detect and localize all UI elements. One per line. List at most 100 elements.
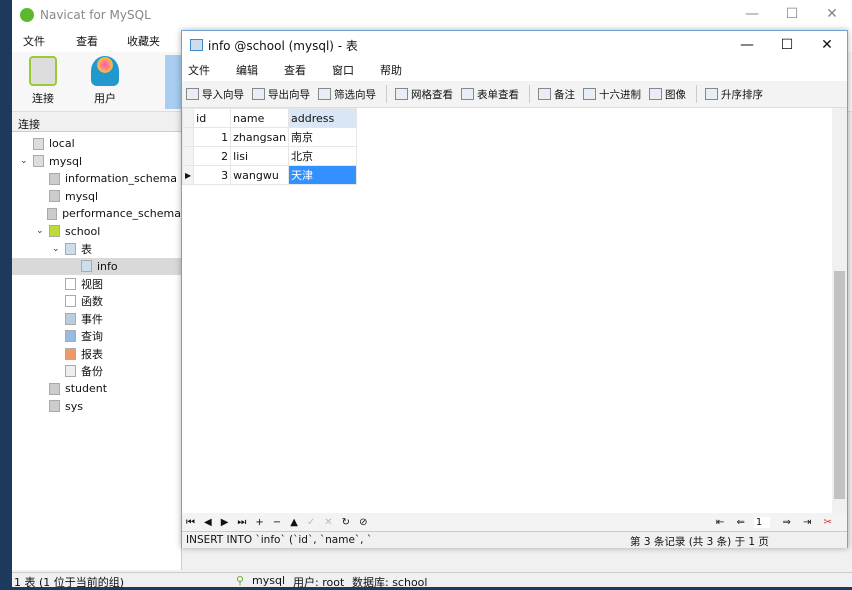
tree-item-school[interactable]: ⌄ school xyxy=(12,223,181,240)
tree-item-local[interactable]: local xyxy=(12,135,181,152)
current-row-indicator-icon[interactable]: ▶ xyxy=(181,165,195,185)
cell-name[interactable]: lisi xyxy=(230,146,290,166)
tree-item-视图[interactable]: 视图 xyxy=(12,275,181,292)
tree-item-info[interactable]: info xyxy=(12,257,181,275)
tree-item-函数[interactable]: 函数 xyxy=(12,293,181,310)
tree-item-表[interactable]: ⌄ 表 xyxy=(12,240,181,257)
status-user: 用户: root xyxy=(293,576,345,589)
tree-item-事件[interactable]: 事件 xyxy=(12,310,181,327)
connection-tree: local ⌄ mysql information_schemamysql perfor… xyxy=(12,132,182,570)
close-icon[interactable]: ✕ xyxy=(812,0,852,28)
cell-id[interactable]: 2 xyxy=(193,146,232,166)
column-header-address[interactable]: address xyxy=(288,108,358,128)
minimize-icon[interactable]: — xyxy=(727,31,767,59)
add-record-icon[interactable]: + xyxy=(255,517,263,528)
menu-view[interactable]: 查看 xyxy=(278,62,316,78)
menu-view[interactable]: 查看 xyxy=(56,33,109,49)
scrollbar-thumb[interactable] xyxy=(834,271,845,499)
hex-button[interactable]: 十六进制 xyxy=(583,87,641,102)
chevron-down-icon[interactable]: ⌄ xyxy=(20,156,30,166)
form-button[interactable]: 表单查看 xyxy=(461,87,519,102)
cell-id[interactable]: 3 xyxy=(193,165,232,185)
memo-button[interactable]: 备注 xyxy=(538,87,575,102)
menu-favorites[interactable]: 收藏夹 xyxy=(109,33,171,49)
tree-item-information_schema[interactable]: information_schema xyxy=(12,170,181,187)
table-menu-bar: 文件 编辑 查看 窗口 帮助 xyxy=(182,59,847,81)
tree-item-label: performance_schema xyxy=(62,207,181,220)
stop-icon[interactable]: ⊘ xyxy=(359,517,367,528)
maximize-icon[interactable]: ☐ xyxy=(772,0,812,28)
menu-edit[interactable]: 编辑 xyxy=(230,62,268,78)
first-page-icon[interactable]: ⇤ xyxy=(716,517,724,528)
last-record-icon[interactable]: ⏭ xyxy=(237,517,246,528)
tree-item-mysql[interactable]: mysql xyxy=(12,188,181,205)
filter-icon xyxy=(318,88,331,100)
next-record-icon[interactable]: ▶ xyxy=(221,517,229,528)
tree-item-label: information_schema xyxy=(65,172,177,185)
main-status-bar: 1 表 (1 位于当前的组) ⚲ mysql 用户: root 数据库: sch… xyxy=(12,572,852,589)
user-icon xyxy=(91,56,119,86)
sort-asc-button[interactable]: 升序排序 xyxy=(705,87,763,102)
column-header-id[interactable]: id xyxy=(193,108,232,128)
image-button[interactable]: 图像 xyxy=(649,87,686,102)
database-icon xyxy=(47,207,58,220)
table-status-bar: INSERT INTO `info` (`id`, `name`, ` 第 3 … xyxy=(182,531,847,548)
table-window-title: info @school (mysql) - 表 xyxy=(208,38,358,53)
menu-window[interactable]: 窗口 xyxy=(326,62,364,78)
tree-item-sys[interactable]: sys xyxy=(12,398,181,415)
import-button[interactable]: 导入向导 xyxy=(186,87,244,102)
database-icon xyxy=(49,400,60,412)
menu-file[interactable]: 文件 xyxy=(182,62,220,78)
main-title: Navicat for MySQL xyxy=(40,8,151,22)
import-icon xyxy=(186,88,199,100)
cancel-changes-icon[interactable]: ✕ xyxy=(324,517,332,528)
prev-record-icon[interactable]: ◀ xyxy=(204,517,212,528)
hex-icon xyxy=(583,88,596,100)
filter-button[interactable]: 筛选向导 xyxy=(318,87,376,102)
last-page-icon[interactable]: ⇥ xyxy=(803,517,811,528)
row-header[interactable] xyxy=(181,146,195,166)
tree-item-performance_schema[interactable]: performance_schema xyxy=(12,205,181,222)
cell-address[interactable]: 南京 xyxy=(288,127,358,147)
minimize-icon[interactable]: — xyxy=(732,0,772,28)
chevron-down-icon[interactable]: ⌄ xyxy=(36,226,46,236)
connection-button[interactable]: 连接 xyxy=(18,56,68,106)
tree-item-备份[interactable]: 备份 xyxy=(12,363,181,380)
maximize-icon[interactable]: ☐ xyxy=(767,31,807,59)
toolbar-separator xyxy=(696,85,697,103)
apply-changes-icon[interactable]: ✓ xyxy=(307,517,315,528)
tree-item-student[interactable]: student xyxy=(12,380,181,397)
tools-icon[interactable]: ✂ xyxy=(824,517,832,528)
table-row[interactable]: 1 zhangsan 南京 xyxy=(181,127,358,147)
cell-name[interactable]: zhangsan xyxy=(230,127,290,147)
cell-id[interactable]: 1 xyxy=(193,127,232,147)
menu-help[interactable]: 帮助 xyxy=(374,62,412,78)
table-row[interactable]: ▶ 3 wangwu 天津 xyxy=(181,165,358,185)
connection-icon xyxy=(29,56,57,86)
column-header-name[interactable]: name xyxy=(230,108,290,128)
table-row[interactable]: 2 lisi 北京 xyxy=(181,146,358,166)
refresh-icon[interactable]: ↻ xyxy=(342,517,350,528)
tree-item-报表[interactable]: 报表 xyxy=(12,345,181,362)
cell-address[interactable]: 天津 xyxy=(288,165,358,185)
page-number-input[interactable]: 1 xyxy=(753,516,771,528)
user-button[interactable]: 用户 xyxy=(80,56,130,106)
prev-page-icon[interactable]: ⇐ xyxy=(737,517,745,528)
table-toolbar: 导入向导 导出向导 筛选向导 网格查看 表单查看 备注 十六进制 图像 升序排序 xyxy=(182,81,847,108)
next-page-icon[interactable]: ⇒ xyxy=(782,517,790,528)
first-record-icon[interactable]: ⏮ xyxy=(186,517,195,528)
close-icon[interactable]: ✕ xyxy=(807,31,847,59)
cell-address[interactable]: 北京 xyxy=(288,146,358,166)
tree-item-查询[interactable]: 查询 xyxy=(12,328,181,345)
delete-record-icon[interactable]: − xyxy=(273,517,281,528)
export-button[interactable]: 导出向导 xyxy=(252,87,310,102)
edit-record-icon[interactable]: ▲ xyxy=(290,517,298,528)
chevron-down-icon[interactable]: ⌄ xyxy=(52,244,62,254)
cell-name[interactable]: wangwu xyxy=(230,165,290,185)
tree-item-mysql[interactable]: ⌄ mysql xyxy=(12,153,181,170)
row-header[interactable] xyxy=(181,127,195,147)
grid-button[interactable]: 网格查看 xyxy=(395,87,453,102)
menu-file[interactable]: 文件 xyxy=(12,33,56,49)
sort-asc-icon xyxy=(705,88,718,100)
database-icon xyxy=(49,225,60,237)
